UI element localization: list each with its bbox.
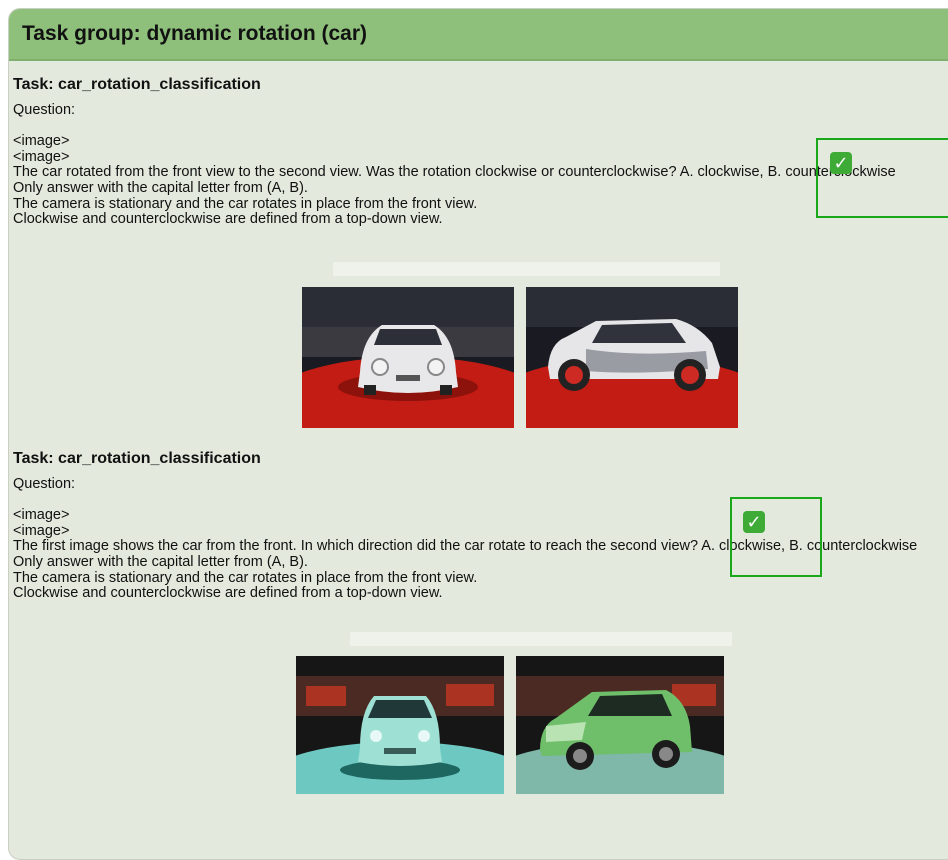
question-line: The camera is stationary and the car rot… bbox=[13, 195, 478, 212]
answer-highlight-box bbox=[730, 497, 822, 577]
page-title: Task group: dynamic rotation (car) bbox=[22, 22, 367, 45]
answer-highlight-box bbox=[816, 138, 948, 218]
question-text: <image> <image> The car rotated from the… bbox=[13, 134, 896, 228]
car-image-side bbox=[526, 287, 738, 428]
question-line: Only answer with the capital letter from… bbox=[13, 179, 308, 196]
question-line: Clockwise and counterclockwise are defin… bbox=[13, 211, 443, 228]
task-title: Task: car_rotation_classification bbox=[13, 76, 261, 93]
car-image-angle bbox=[516, 656, 724, 794]
check-mark-icon: ✓ bbox=[830, 152, 852, 174]
question-line: The car rotated from the front view to t… bbox=[13, 164, 896, 181]
card-header: Task group: dynamic rotation (car) bbox=[9, 9, 948, 61]
question-line: Clockwise and counterclockwise are defin… bbox=[13, 585, 443, 602]
car-image-front bbox=[296, 656, 504, 794]
question-line: <image> bbox=[13, 133, 70, 150]
question-label: Question: bbox=[13, 101, 76, 118]
task-title: Task: car_rotation_classification bbox=[13, 450, 261, 467]
check-mark-icon: ✓ bbox=[743, 511, 765, 533]
car-image-front bbox=[302, 287, 514, 428]
task-1: Task: car_rotation_classification Questi… bbox=[13, 77, 896, 228]
question-label: Question: bbox=[13, 475, 76, 492]
image-strip bbox=[333, 262, 720, 276]
question-line: <image> bbox=[13, 148, 70, 165]
image-strip bbox=[350, 632, 732, 646]
